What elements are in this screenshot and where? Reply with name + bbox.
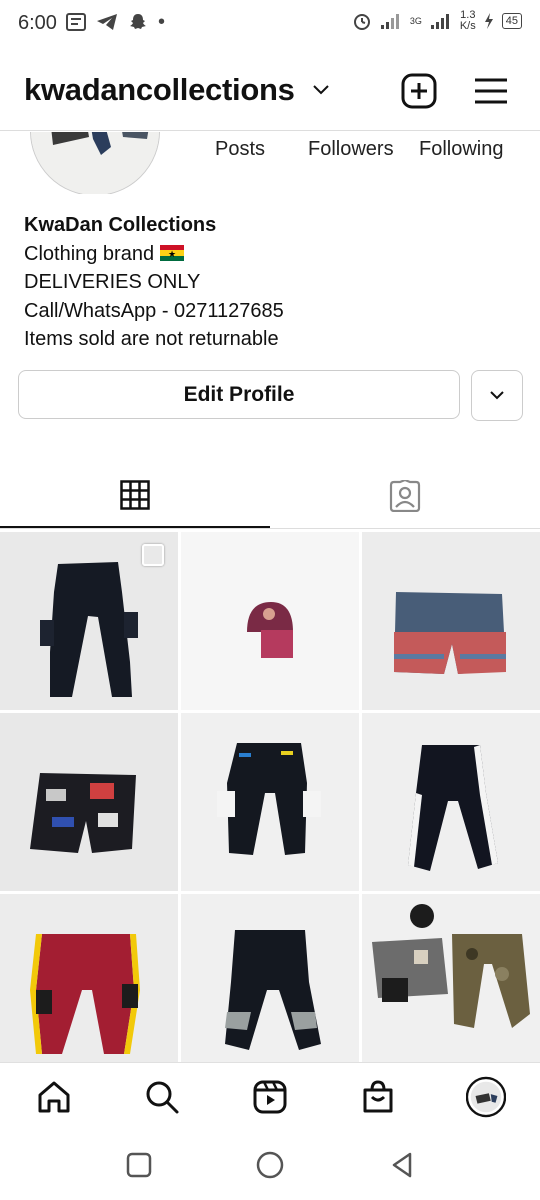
nav-search[interactable] (142, 1077, 182, 1117)
reels-icon (253, 1080, 287, 1114)
post-image (0, 713, 178, 891)
notification-icons: • (66, 12, 165, 32)
home-circle-icon[interactable] (255, 1150, 285, 1180)
multiple-photos-icon (142, 544, 164, 566)
post-black-joggers-colorblock[interactable] (181, 713, 359, 891)
network-type: 3G (409, 16, 422, 26)
profile-name: KwaDan Collections (24, 214, 217, 236)
post-outfit-set[interactable] (362, 894, 540, 1072)
more-notifications-dot: • (158, 11, 166, 33)
following-stat-label[interactable]: Following (419, 138, 503, 161)
post-image (181, 894, 359, 1072)
profile-header: kwadancollections (0, 60, 540, 131)
post-black-joggers-camo[interactable] (181, 894, 359, 1072)
plus-square-icon[interactable] (400, 72, 438, 110)
nav-home[interactable] (34, 1077, 74, 1117)
post-black-cargo-joggers[interactable] (0, 532, 178, 710)
chevron-down-icon (490, 391, 504, 400)
post-graffiti-shorts[interactable] (0, 713, 178, 891)
tab-posts-grid[interactable] (0, 464, 270, 528)
nav-shop[interactable] (358, 1077, 398, 1117)
bio-line-returns: Items sold are not returnable (24, 328, 279, 350)
post-image (362, 894, 540, 1072)
profile-bio: KwaDan Collections Clothing brand ★ DELIV… (24, 211, 284, 354)
post-striped-shorts[interactable] (362, 532, 540, 710)
posts-stat-label[interactable]: Posts (215, 138, 265, 161)
status-right: 3G 1.3 K/s 45 (352, 10, 522, 32)
post-image (0, 894, 178, 1072)
alarm-icon (353, 14, 370, 30)
status-bar: 6:00 • 3G 1.3 K/s 45 (0, 0, 540, 48)
bio-line-contact[interactable]: Call/WhatsApp - 0271127685 (24, 297, 284, 326)
grid-icon (120, 480, 150, 510)
bottom-navigation (0, 1062, 540, 1131)
search-icon (146, 1081, 179, 1114)
ghana-flag-icon: ★ (160, 244, 185, 262)
posts-grid (0, 532, 540, 1072)
nav-profile[interactable] (466, 1076, 506, 1118)
bio-line-category: Clothing brand ★ (24, 240, 284, 269)
suggested-dropdown-button[interactable] (471, 370, 523, 421)
avatar-image (31, 132, 159, 194)
signal-icon (380, 14, 399, 29)
post-image (362, 713, 540, 891)
shop-icon (363, 1080, 393, 1113)
network-speed: 1.3 K/s (459, 9, 476, 32)
post-image (362, 532, 540, 710)
post-image (181, 532, 359, 710)
post-red-joggers[interactable] (0, 894, 178, 1072)
profile-avatar[interactable] (30, 132, 160, 194)
tab-tagged[interactable] (270, 464, 540, 528)
charging-icon (484, 13, 493, 29)
battery-icon: 45 (501, 13, 522, 29)
message-notification-icon (66, 13, 86, 31)
recents-icon[interactable] (124, 1150, 154, 1180)
home-icon (38, 1081, 70, 1113)
signal-icon-2 (430, 14, 449, 29)
username-switcher[interactable]: kwadancollections (24, 72, 295, 108)
profile-avatar-icon (466, 1076, 506, 1118)
bio-line-deliveries: DELIVERIES ONLY (24, 271, 201, 293)
post-image (181, 713, 359, 891)
status-time: 6:00 (18, 12, 57, 34)
post-black-joggers-white-stripe[interactable] (362, 713, 540, 891)
back-icon[interactable] (388, 1150, 418, 1180)
telegram-icon (97, 14, 117, 30)
nav-reels[interactable] (250, 1077, 290, 1117)
hamburger-menu-icon[interactable] (472, 72, 510, 110)
chevron-down-icon[interactable] (312, 84, 330, 96)
followers-stat-label[interactable]: Followers (308, 138, 394, 161)
avatar[interactable] (30, 132, 160, 194)
profile-tabs (0, 464, 540, 529)
edit-profile-button[interactable]: Edit Profile (18, 370, 460, 419)
tagged-icon (389, 480, 421, 512)
post-pink-cap[interactable] (181, 532, 359, 710)
system-navigation-bar (0, 1130, 540, 1200)
snapchat-icon (130, 14, 146, 29)
